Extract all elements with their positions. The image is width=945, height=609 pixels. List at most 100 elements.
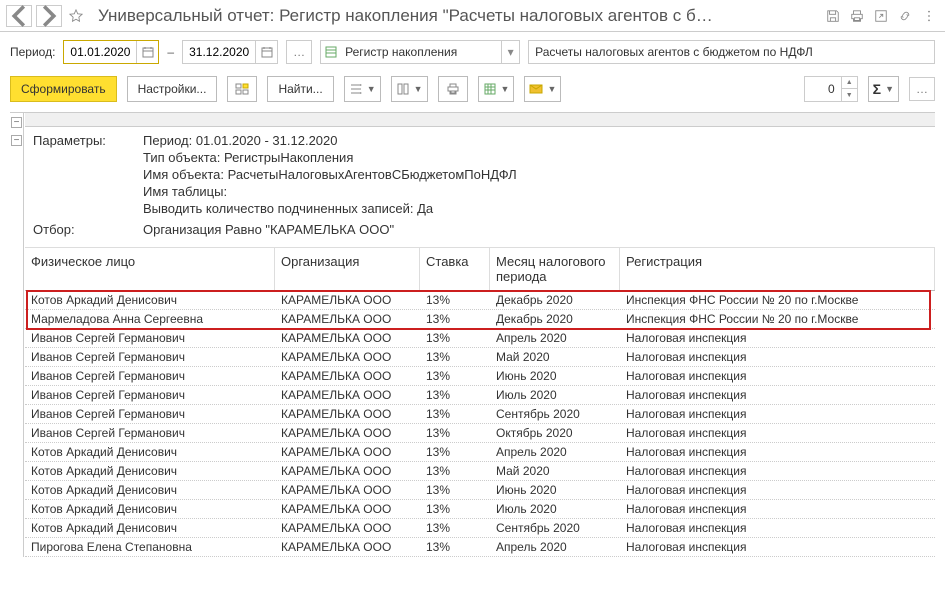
cell-org: КАРАМЕЛЬКА ООО: [275, 386, 420, 404]
cell-name: Иванов Сергей Германович: [25, 348, 275, 366]
cell-name: Иванов Сергей Германович: [25, 405, 275, 423]
cell-name: Котов Аркадий Денисович: [25, 500, 275, 518]
table-row[interactable]: Котов Аркадий ДенисовичКАРАМЕЛЬКА ООО13%…: [25, 291, 935, 310]
collapse-button[interactable]: ▼: [344, 76, 381, 102]
table-row[interactable]: Котов Аркадий ДенисовичКАРАМЕЛЬКА ООО13%…: [25, 519, 935, 538]
cell-name: Мармеладова Анна Сергеевна: [25, 310, 275, 328]
cell-org: КАРАМЕЛЬКА ООО: [275, 481, 420, 499]
table-row[interactable]: Иванов Сергей ГермановичКАРАМЕЛЬКА ООО13…: [25, 386, 935, 405]
nav-forward[interactable]: [36, 5, 62, 27]
sum-button[interactable]: Σ▼: [868, 76, 899, 102]
cell-reg: Налоговая инспекция: [620, 500, 935, 518]
star-icon[interactable]: [66, 6, 86, 26]
save-icon[interactable]: [823, 6, 843, 26]
parameters-block: Параметры:Период: 01.01.2020 - 31.12.202…: [25, 127, 935, 248]
cell-month: Май 2020: [490, 348, 620, 366]
params-objname: Имя объекта: РасчетыНалоговыхАгентовСБюд…: [143, 167, 517, 182]
combo-text: Расчеты налоговых агентов с бюджетом по …: [529, 45, 934, 59]
table-row[interactable]: Котов Аркадий ДенисовичКАРАМЕЛЬКА ООО13%…: [25, 481, 935, 500]
cell-month: Июнь 2020: [490, 367, 620, 385]
open-window-icon[interactable]: [871, 6, 891, 26]
cell-rate: 13%: [420, 310, 490, 328]
report-area: − − Параметры:Период: 01.01.2020 - 31.12…: [10, 112, 935, 557]
cell-month: Декабрь 2020: [490, 310, 620, 328]
more-icon[interactable]: [919, 6, 939, 26]
cell-month: Октябрь 2020: [490, 424, 620, 442]
table-row[interactable]: Иванов Сергей ГермановичКАРАМЕЛЬКА ООО13…: [25, 329, 935, 348]
date-to-input[interactable]: [183, 41, 255, 63]
col-org: Организация: [275, 248, 420, 290]
cell-rate: 13%: [420, 348, 490, 366]
table-body: Котов Аркадий ДенисовичКАРАМЕЛЬКА ООО13%…: [25, 291, 935, 557]
cell-name: Иванов Сергей Германович: [25, 424, 275, 442]
cell-month: Апрель 2020: [490, 538, 620, 556]
cell-org: КАРАМЕЛЬКА ООО: [275, 519, 420, 537]
cell-org: КАРАМЕЛЬКА ООО: [275, 405, 420, 423]
cell-rate: 13%: [420, 405, 490, 423]
cell-rate: 13%: [420, 443, 490, 461]
cell-name: Иванов Сергей Германович: [25, 329, 275, 347]
date-from[interactable]: [63, 40, 159, 64]
table-row[interactable]: Мармеладова Анна СергеевнаКАРАМЕЛЬКА ООО…: [25, 310, 935, 329]
outline-gutter: − −: [10, 113, 24, 557]
params-period: Период: 01.01.2020 - 31.12.2020: [143, 133, 338, 148]
cell-month: Апрель 2020: [490, 329, 620, 347]
cell-month: Июнь 2020: [490, 481, 620, 499]
table-row[interactable]: Иванов Сергей ГермановичКАРАМЕЛЬКА ООО13…: [25, 405, 935, 424]
table-row[interactable]: Иванов Сергей ГермановичКАРАМЕЛЬКА ООО13…: [25, 367, 935, 386]
collapse-toggle[interactable]: −: [11, 117, 22, 128]
titlebar: Универсальный отчет: Регистр накопления …: [0, 0, 945, 32]
link-icon[interactable]: [895, 6, 915, 26]
date-from-input[interactable]: [64, 41, 136, 63]
cell-month: Май 2020: [490, 462, 620, 480]
dash: –: [167, 45, 174, 59]
cell-org: КАРАМЕЛЬКА ООО: [275, 462, 420, 480]
cell-rate: 13%: [420, 367, 490, 385]
params-objtype: Тип объекта: РегистрыНакопления: [143, 150, 353, 165]
calendar-icon[interactable]: [255, 41, 277, 63]
col-rate: Ставка: [420, 248, 490, 290]
print-button[interactable]: [438, 76, 468, 102]
calendar-icon[interactable]: [136, 41, 158, 63]
find-button[interactable]: Найти...: [267, 76, 333, 102]
curpage-stepper[interactable]: 0 ▲▼: [804, 76, 858, 102]
cell-month: Июль 2020: [490, 386, 620, 404]
settings-button[interactable]: Настройки...: [127, 76, 218, 102]
collapse-toggle[interactable]: −: [11, 135, 22, 146]
cell-name: Пирогова Елена Степановна: [25, 538, 275, 556]
table-row[interactable]: Иванов Сергей ГермановичКАРАМЕЛЬКА ООО13…: [25, 424, 935, 443]
run-button[interactable]: Сформировать: [10, 76, 117, 102]
stepper-arrows[interactable]: ▲▼: [841, 77, 857, 101]
object-type-combo[interactable]: Регистр накопления ▾: [320, 40, 520, 64]
export-button[interactable]: ▼: [478, 76, 515, 102]
print-icon[interactable]: [847, 6, 867, 26]
cell-org: КАРАМЕЛЬКА ООО: [275, 310, 420, 328]
variants-button[interactable]: [227, 76, 257, 102]
table-row[interactable]: Пирогова Елена СтепановнаКАРАМЕЛЬКА ООО1…: [25, 538, 935, 557]
table-row[interactable]: Котов Аркадий ДенисовичКАРАМЕЛЬКА ООО13%…: [25, 500, 935, 519]
cell-reg: Инспекция ФНС России № 20 по г.Москве: [620, 291, 935, 309]
table-row[interactable]: Иванов Сергей ГермановичКАРАМЕЛЬКА ООО13…: [25, 348, 935, 367]
grey-header-bar: [25, 113, 935, 127]
table-header: Физическое лицо Организация Ставка Месяц…: [25, 248, 935, 291]
curpage-value: 0: [805, 82, 841, 96]
cell-org: КАРАМЕЛЬКА ООО: [275, 348, 420, 366]
table-row[interactable]: Котов Аркадий ДенисовичКАРАМЕЛЬКА ООО13%…: [25, 462, 935, 481]
period-select-button[interactable]: …: [286, 40, 312, 64]
cell-name: Иванов Сергей Германович: [25, 367, 275, 385]
cell-rate: 13%: [420, 291, 490, 309]
send-button[interactable]: ▼: [524, 76, 561, 102]
cell-reg: Налоговая инспекция: [620, 519, 935, 537]
cell-reg: Налоговая инспекция: [620, 386, 935, 404]
object-name-combo[interactable]: Расчеты налоговых агентов с бюджетом по …: [528, 40, 935, 64]
chevron-down-icon[interactable]: ▾: [501, 41, 519, 63]
table-row[interactable]: Котов Аркадий ДенисовичКАРАМЕЛЬКА ООО13%…: [25, 443, 935, 462]
date-to[interactable]: [182, 40, 278, 64]
expand-button[interactable]: ▼: [391, 76, 428, 102]
cell-rate: 13%: [420, 424, 490, 442]
cell-name: Котов Аркадий Денисович: [25, 481, 275, 499]
nav-back[interactable]: [6, 5, 32, 27]
more2-button[interactable]: …: [909, 77, 935, 101]
cell-org: КАРАМЕЛЬКА ООО: [275, 291, 420, 309]
register-icon: [321, 46, 341, 58]
